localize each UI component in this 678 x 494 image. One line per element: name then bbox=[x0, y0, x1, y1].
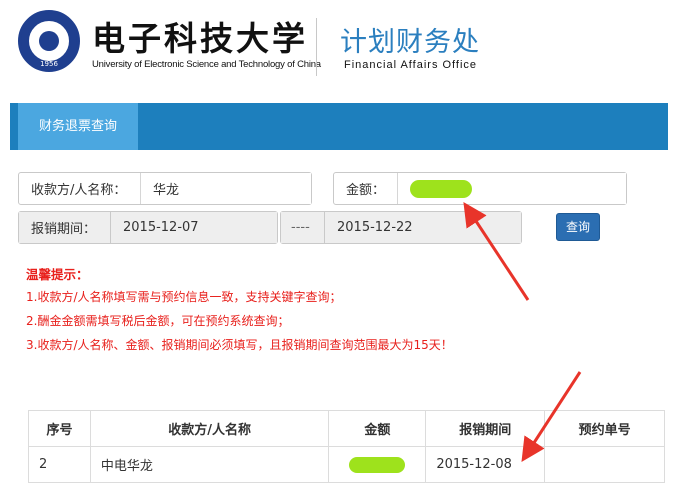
date-end-field: ---- 2015-12-22 bbox=[280, 211, 522, 244]
university-seal-logo: 1956 bbox=[18, 10, 80, 72]
payee-label: 收款方/人名称： bbox=[19, 173, 141, 204]
amount-field: 金额： bbox=[333, 172, 627, 205]
department-name-en: Financial Affairs Office bbox=[344, 59, 478, 71]
university-name-en: University of Electronic Science and Tec… bbox=[92, 59, 321, 70]
header-divider bbox=[316, 18, 317, 76]
tip-line-3: 3.收款方/人名称、金额、报销期间必须填写，且报销期间查询范围最大为15天！ bbox=[26, 338, 453, 352]
col-header-date: 报销期间 bbox=[425, 410, 546, 447]
cell-amount bbox=[328, 446, 427, 483]
department-name-cn: 计划财务处 bbox=[340, 27, 480, 58]
tip-line-2: 2.酬金金额需填写税后金额，可在预约系统查询； bbox=[26, 314, 290, 328]
date-end-input[interactable]: 2015-12-22 bbox=[325, 212, 521, 243]
date-separator: ---- bbox=[281, 212, 325, 243]
redacted-amount bbox=[410, 179, 472, 198]
results-table: 序号 收款方/人名称 金额 报销期间 预约单号 2 中电华龙 2015-12-0… bbox=[28, 410, 665, 483]
tips-panel: 温馨提示： 1.收款方/人名称填写需与预约信息一致，支持关键字查询； 2.酬金金… bbox=[26, 264, 453, 360]
col-header-index: 序号 bbox=[28, 410, 91, 447]
query-button[interactable]: 查询 bbox=[556, 213, 600, 241]
site-header: 1956 电子科技大学 University of Electronic Sci… bbox=[0, 0, 678, 100]
table-header-row: 序号 收款方/人名称 金额 报销期间 预约单号 bbox=[28, 410, 665, 447]
cell-payee: 中电华龙 bbox=[89, 446, 330, 483]
date-label: 报销期间： bbox=[19, 212, 111, 243]
col-header-order-no: 预约单号 bbox=[544, 410, 665, 447]
tip-line-1: 1.收款方/人名称填写需与预约信息一致，支持关键字查询； bbox=[26, 290, 342, 304]
university-name-cn: 电子科技大学 bbox=[92, 19, 308, 58]
date-start-input[interactable]: 2015-12-07 bbox=[111, 212, 277, 243]
amount-input[interactable] bbox=[398, 173, 626, 204]
seal-inner-ring bbox=[27, 19, 71, 63]
cell-date: 2015-12-08 bbox=[425, 446, 546, 483]
seal-year: 1956 bbox=[40, 60, 58, 68]
col-header-amount: 金额 bbox=[328, 410, 427, 447]
table-row: 2 中电华龙 2015-12-08 bbox=[28, 446, 665, 483]
tab-refund-query[interactable]: 财务退票查询 bbox=[18, 103, 138, 150]
date-start-field: 报销期间： 2015-12-07 bbox=[18, 211, 278, 244]
seal-core bbox=[39, 31, 59, 51]
tips-title: 温馨提示： bbox=[26, 267, 89, 282]
cell-order-no bbox=[544, 446, 665, 483]
payee-input[interactable]: 华龙 bbox=[141, 173, 311, 204]
redacted-amount-cell bbox=[349, 456, 406, 473]
nav-bar: 财务退票查询 bbox=[10, 103, 668, 150]
payee-field: 收款方/人名称： 华龙 bbox=[18, 172, 312, 205]
amount-label: 金额： bbox=[334, 173, 398, 204]
col-header-payee: 收款方/人名称 bbox=[89, 410, 330, 447]
cell-index: 2 bbox=[28, 446, 91, 483]
